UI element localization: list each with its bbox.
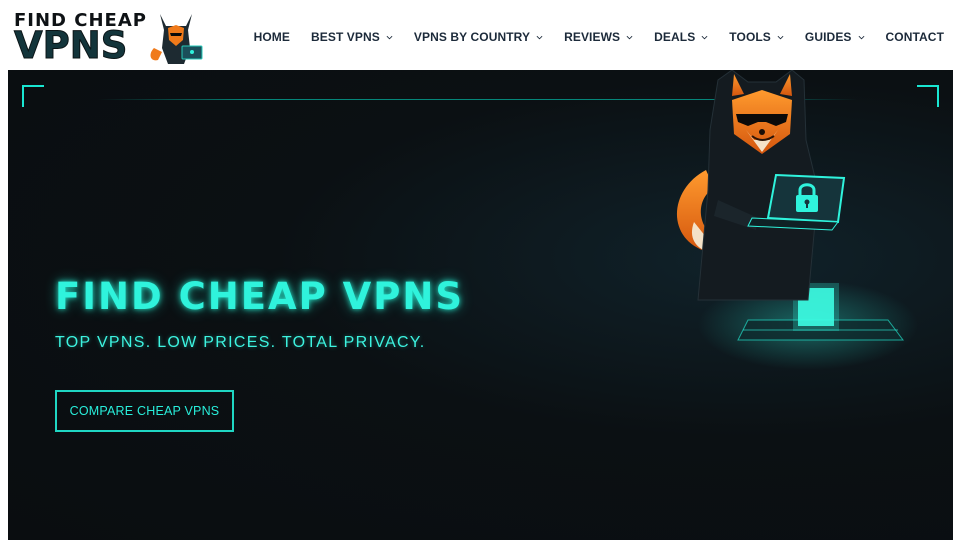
hero-corner-bracket-right [917,85,939,107]
nav-item-label: REVIEWS [564,30,621,44]
nav-item-best-vpns[interactable]: BEST VPNS [311,30,393,44]
nav-item-home[interactable]: HOME [254,30,290,44]
nav-item-label: DEALS [654,30,696,44]
logo-line-2: VPNS [13,24,128,68]
chevron-down-icon [777,35,784,39]
chevron-down-icon [536,35,543,39]
nav-item-label: CONTACT [885,30,944,44]
hooded-fox-laptop-icon [150,14,203,64]
nav-item-deals[interactable]: DEALS [654,30,708,44]
chevron-down-icon [386,35,393,39]
nav-item-label: GUIDES [804,30,852,44]
site-header: FIND CHEAP VPNS HOME BEST VPNS VPNS BY C… [0,0,960,70]
nav-item-label: BEST VPNS [310,30,380,44]
hero-banner: FIND CHEAP VPNS TOP VPNS. LOW PRICES. TO… [8,70,953,540]
hero-title: FIND CHEAP VPNS [55,275,464,318]
chevron-down-icon [858,35,864,39]
nav-item-label: HOME [253,30,290,44]
nav-item-guides[interactable]: GUIDES [805,30,865,44]
nav-item-vpns-by-country[interactable]: VPNS BY COUNTRY [414,30,543,44]
nav-item-reviews[interactable]: REVIEWS [564,30,633,44]
nav-item-contact[interactable]: CONTACT [886,30,944,44]
nav-item-tools[interactable]: TOOLS [729,30,784,44]
nav-item-label: VPNS BY COUNTRY [413,30,531,44]
main-nav: HOME BEST VPNS VPNS BY COUNTRY REVIEWS D… [254,30,944,44]
site-logo[interactable]: FIND CHEAP VPNS [13,8,210,68]
chevron-down-icon [701,35,708,39]
compare-cheap-vpns-button[interactable]: COMPARE CHEAP VPNS [55,390,234,432]
hero-corner-bracket-left [22,85,44,107]
nav-item-label: TOOLS [729,30,771,44]
hero-subtitle: TOP VPNS. LOW PRICES. TOTAL PRIVACY. [55,334,426,351]
chevron-down-icon [626,35,633,39]
hooded-fox-hacker-icon [677,70,918,370]
